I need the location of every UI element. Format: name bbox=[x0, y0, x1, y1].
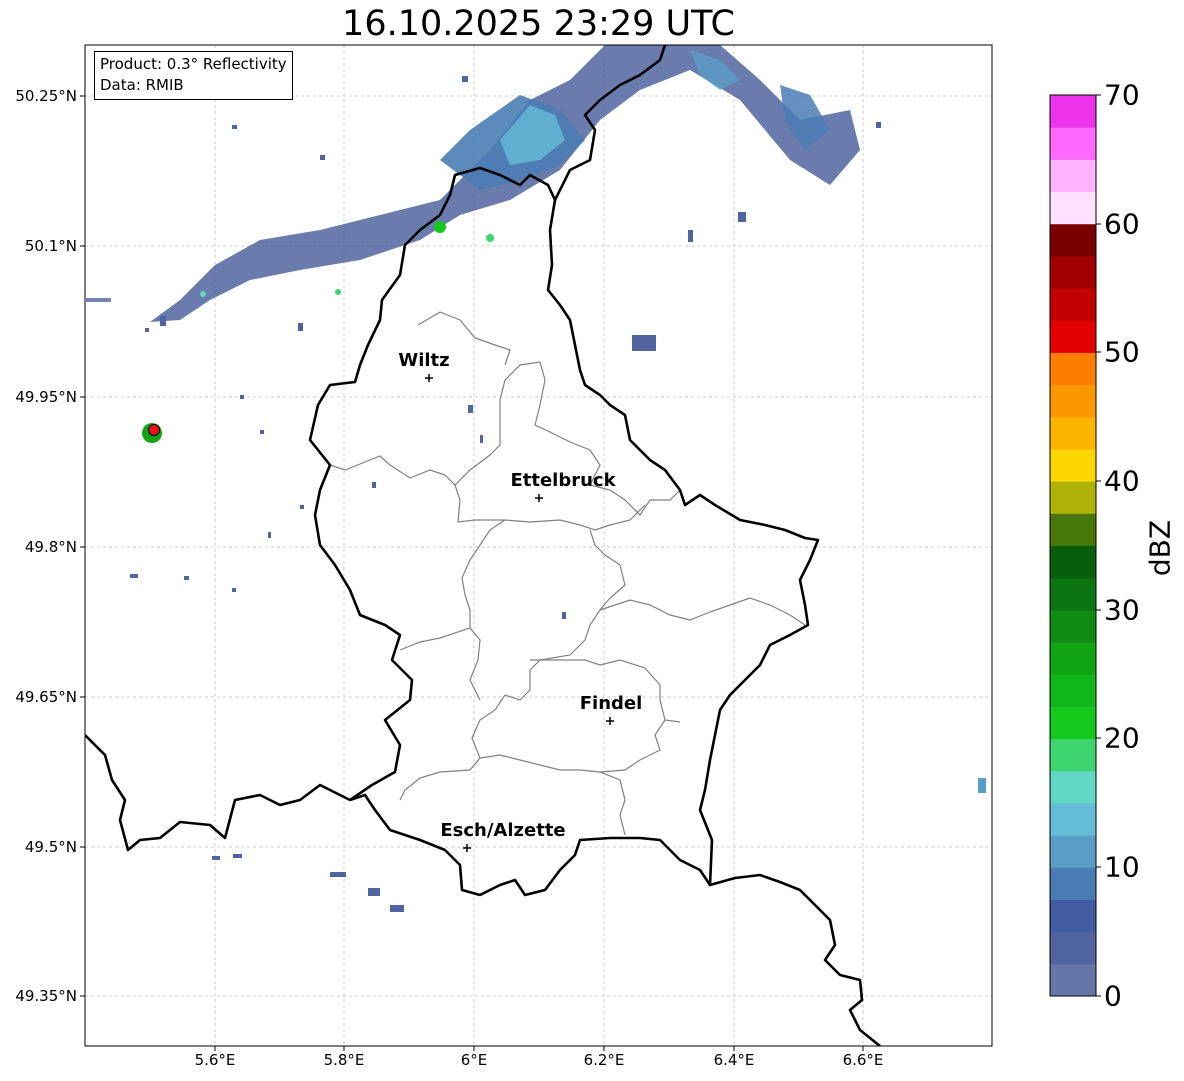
lat-label: 49.35°N bbox=[15, 987, 77, 1005]
map-frame bbox=[84, 44, 993, 1047]
city-markers bbox=[425, 374, 614, 852]
colorbar-segment bbox=[1050, 674, 1096, 707]
lat-label: 50.1°N bbox=[24, 237, 77, 255]
colorbar-segment bbox=[1050, 95, 1096, 128]
colorbar-segment bbox=[1050, 481, 1096, 514]
colorbar-segment bbox=[1050, 545, 1096, 579]
colorbar-segment bbox=[1050, 899, 1096, 933]
lon-label: 6°E bbox=[460, 1051, 488, 1069]
colorbar-segment bbox=[1050, 706, 1096, 740]
colorbar-segment bbox=[1050, 191, 1096, 225]
colorbar-segment bbox=[1050, 931, 1096, 965]
colorbar-segment bbox=[1050, 448, 1096, 482]
radar-map[interactable] bbox=[0, 0, 1184, 1081]
colorbar-segment bbox=[1050, 416, 1096, 450]
colorbar-segment bbox=[1050, 770, 1096, 804]
lat-label: 49.5°N bbox=[24, 838, 77, 856]
product-label: Product: 0.3° Reflectivity bbox=[100, 55, 287, 73]
lat-label: 49.65°N bbox=[15, 688, 77, 706]
product-info-box: Product: 0.3° Reflectivity Data: RMIB bbox=[94, 51, 293, 100]
colorbar-tick-label: 50 bbox=[1104, 335, 1140, 369]
colorbar-segment bbox=[1050, 352, 1096, 386]
colorbar-tick-label: 20 bbox=[1104, 721, 1140, 755]
colorbar-segment bbox=[1050, 223, 1096, 257]
colorbar-segment bbox=[1050, 963, 1096, 997]
city-label-wiltz: Wiltz bbox=[398, 350, 450, 371]
lon-label: 6.2°E bbox=[583, 1051, 625, 1069]
colorbar-segment bbox=[1050, 835, 1096, 868]
colorbar-segment bbox=[1050, 384, 1096, 418]
colorbar-segment bbox=[1050, 642, 1096, 675]
city-label-esch-alzette: Esch/Alzette bbox=[440, 820, 566, 841]
colorbar-segment bbox=[1050, 867, 1096, 900]
lon-label: 5.8°E bbox=[323, 1051, 365, 1069]
colorbar-label: dBZ bbox=[1143, 519, 1177, 577]
colorbar-segment bbox=[1050, 577, 1096, 611]
colorbar bbox=[1050, 95, 1096, 997]
city-label-findel: Findel bbox=[579, 693, 643, 714]
colorbar-tick-label: 40 bbox=[1104, 464, 1140, 498]
lat-label: 49.95°N bbox=[15, 388, 77, 406]
colorbar-segment bbox=[1050, 159, 1096, 193]
colorbar-segment bbox=[1050, 513, 1096, 546]
lon-label: 5.6°E bbox=[194, 1051, 236, 1069]
axis-ticks bbox=[80, 95, 864, 1051]
colorbar-segment bbox=[1050, 255, 1096, 289]
data-source-label: Data: RMIB bbox=[100, 76, 184, 94]
colorbar-segment bbox=[1050, 127, 1096, 160]
colorbar-tick-label: 70 bbox=[1104, 78, 1140, 112]
colorbar-tick-label: 60 bbox=[1104, 207, 1140, 241]
colorbar-segment bbox=[1050, 609, 1096, 643]
lat-label: 50.25°N bbox=[15, 87, 77, 105]
lon-label: 6.6°E bbox=[842, 1051, 884, 1069]
radar-site-marker bbox=[142, 423, 162, 443]
city-label-ettelbruck: Ettelbruck bbox=[510, 470, 616, 491]
colorbar-segment bbox=[1050, 738, 1096, 772]
lon-label: 6.4°E bbox=[713, 1051, 755, 1069]
lat-label: 49.8°N bbox=[24, 538, 77, 556]
colorbar-segment bbox=[1050, 320, 1096, 353]
colorbar-segment bbox=[1050, 802, 1096, 836]
colorbar-segment bbox=[1050, 288, 1096, 321]
gridlines bbox=[85, 45, 992, 1046]
colorbar-tick-label: 10 bbox=[1104, 850, 1140, 884]
colorbar-tick-label: 30 bbox=[1104, 593, 1140, 627]
colorbar-tick-label: 0 bbox=[1104, 979, 1122, 1013]
colorbar-ticks bbox=[1096, 94, 1101, 997]
